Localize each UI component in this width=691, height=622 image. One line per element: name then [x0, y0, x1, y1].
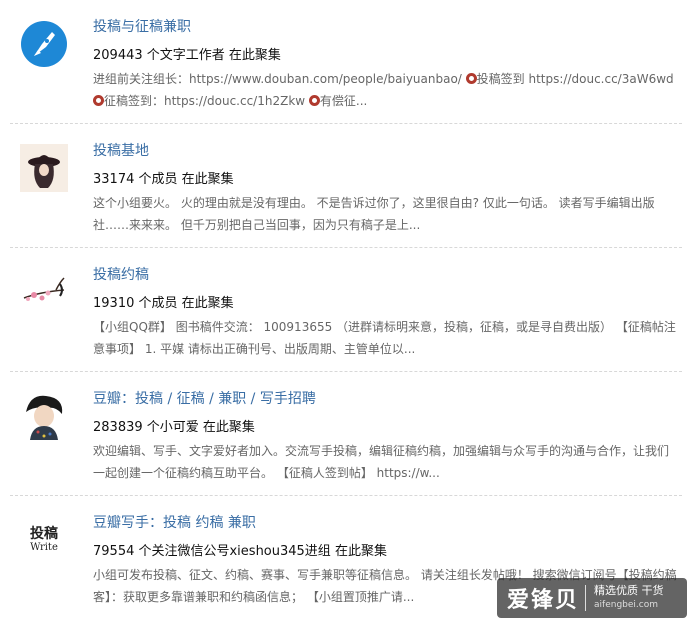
watermark-tag-text: 精选优质 — [594, 584, 639, 597]
group-member-count: 209443 个文字工作者 在此聚集 — [93, 48, 281, 63]
group-title[interactable]: 投稿基地 — [93, 140, 149, 160]
group-title[interactable]: 投稿与征稿兼职 — [93, 16, 191, 36]
watermark-tag-text: 干货 — [641, 584, 664, 597]
group-title[interactable]: 豆瓣：投稿 / 征稿 / 兼职 / 写手招聘 — [93, 388, 316, 408]
list-item: 豆瓣：投稿 / 征稿 / 兼职 / 写手招聘 283839 个小可爱 在此聚集 … — [10, 372, 682, 496]
group-description: 【小组QQ群】 图书稿件交流： 100913655 （进群请标明来意，投稿，征稿… — [93, 320, 676, 356]
desc-text: 征稿签到：https://douc.cc/1h2Zkw — [104, 94, 309, 108]
watermark-brand: 爱锋贝 — [507, 588, 580, 613]
circle-icon — [308, 95, 320, 106]
desc-text: 投稿签到 https://douc.cc/3aW6wd — [476, 72, 674, 86]
group-description: 进组前关注组长：https://www.douban.com/people/ba… — [93, 68, 678, 112]
group-title[interactable]: 豆瓣写手：投稿 约稿 兼职 — [93, 512, 256, 532]
avatar-text: Write — [30, 542, 58, 553]
anime-character-icon — [20, 392, 68, 440]
group-title[interactable]: 投稿约稿 — [93, 264, 149, 284]
desc-text: 有偿征... — [319, 94, 368, 108]
group-description: 欢迎编辑、写手、文字爱好者加入。交流写手投稿，编辑征稿约稿，加强编辑与众写手的沟… — [93, 444, 670, 480]
group-member-count: 283839 个小可爱 在此聚集 — [93, 420, 255, 435]
list-item: 投稿约稿 19310 个成员 在此聚集 【小组QQ群】 图书稿件交流： 1009… — [10, 248, 682, 372]
group-avatar[interactable]: 投稿 Write — [20, 516, 68, 564]
circle-icon — [465, 73, 477, 84]
list-item: 投稿与征稿兼职 209443 个文字工作者 在此聚集 进组前关注组长：https… — [10, 0, 682, 124]
avatar-text: 投稿 — [30, 526, 58, 542]
group-list: 投稿与征稿兼职 209443 个文字工作者 在此聚集 进组前关注组长：https… — [0, 0, 691, 620]
group-avatar[interactable] — [20, 144, 68, 192]
plum-blossom-icon — [20, 268, 68, 316]
pen-nib-icon — [21, 21, 67, 67]
divider — [585, 585, 587, 611]
group-avatar[interactable] — [20, 268, 68, 316]
site-watermark: 爱锋贝 精选优质 干货 aifengbei.com — [497, 578, 687, 618]
group-member-count: 79554 个关注微信公号xieshou345进组 在此聚集 — [93, 544, 387, 559]
watermark-side: 精选优质 干货 aifengbei.com — [594, 584, 664, 612]
watermark-url: aifengbei.com — [594, 600, 658, 610]
watermark-tag: 精选优质 干货 — [594, 584, 664, 598]
hat-woman-icon — [20, 144, 68, 192]
group-avatar[interactable] — [20, 20, 68, 68]
circle-icon — [93, 95, 104, 106]
group-avatar[interactable] — [20, 392, 68, 440]
desc-text: 进组前关注组长：https://www.douban.com/people/ba… — [93, 72, 466, 86]
list-item: 投稿基地 33174 个成员 在此聚集 这个小组要火。 火的理由就是没有理由。 … — [10, 124, 682, 248]
group-member-count: 19310 个成员 在此聚集 — [93, 296, 234, 311]
group-member-count: 33174 个成员 在此聚集 — [93, 172, 234, 187]
group-description: 这个小组要火。 火的理由就是没有理由。 不是告诉过你了，这里很自由? 仅此一句话… — [93, 196, 655, 232]
